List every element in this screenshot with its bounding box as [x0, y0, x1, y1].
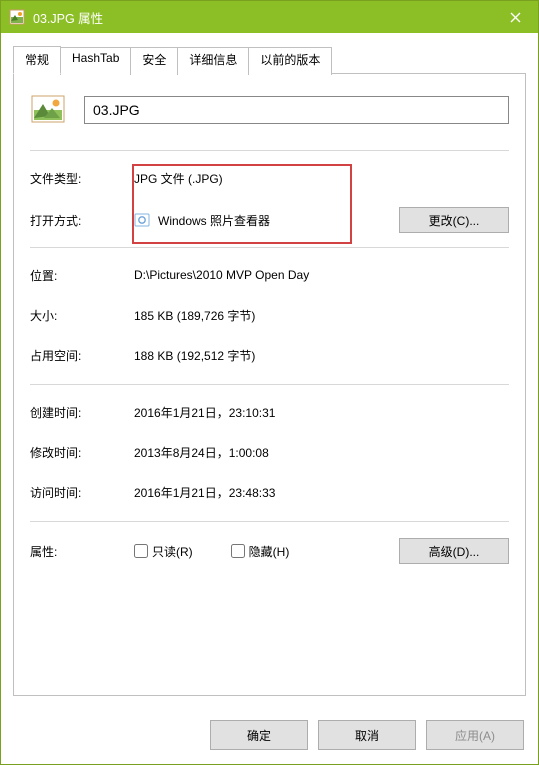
cancel-button[interactable]: 取消 — [318, 720, 416, 750]
advanced-button[interactable]: 高级(D)... — [399, 538, 509, 564]
tab-details[interactable]: 详细信息 — [177, 47, 249, 75]
label-file-type: 文件类型: — [30, 170, 134, 187]
readonly-label: 只读(R) — [152, 543, 193, 560]
window-title: 03.JPG 属性 — [33, 8, 492, 27]
close-button[interactable] — [492, 1, 538, 33]
tab-hashtab[interactable]: HashTab — [60, 47, 131, 75]
readonly-checkbox[interactable]: 只读(R) — [134, 543, 193, 560]
file-type-icon — [30, 92, 66, 128]
tabstrip: 常规 HashTab 安全 详细信息 以前的版本 — [13, 45, 526, 73]
separator — [30, 150, 509, 151]
label-attributes: 属性: — [30, 543, 134, 560]
tab-general[interactable]: 常规 — [13, 46, 61, 74]
value-file-type: JPG 文件 (.JPG) — [134, 170, 509, 187]
value-opens-with: Windows 照片查看器 — [134, 212, 399, 229]
label-opens-with: 打开方式: — [30, 212, 134, 229]
label-location: 位置: — [30, 267, 134, 284]
hidden-checkbox[interactable]: 隐藏(H) — [231, 543, 290, 560]
content-area: 常规 HashTab 安全 详细信息 以前的版本 — [1, 33, 538, 708]
separator — [30, 521, 509, 522]
apply-button[interactable]: 应用(A) — [426, 720, 524, 750]
tab-panel: 文件类型: JPG 文件 (.JPG) 打开方式: Windows 照片查看器 … — [13, 73, 526, 696]
tab-security[interactable]: 安全 — [130, 47, 178, 75]
readonly-checkbox-input[interactable] — [134, 544, 148, 558]
opens-with-text: Windows 照片查看器 — [158, 212, 270, 229]
value-accessed: 2016年1月21日，23:48:33 — [134, 484, 509, 501]
properties-window: 03.JPG 属性 常规 HashTab 安全 详细信息 以前的版本 — [0, 0, 539, 765]
value-size: 185 KB (189,726 字节) — [134, 307, 509, 324]
hidden-checkbox-input[interactable] — [231, 544, 245, 558]
app-icon — [9, 9, 25, 25]
titlebar: 03.JPG 属性 — [1, 1, 538, 33]
change-button[interactable]: 更改(C)... — [399, 207, 509, 233]
ok-button[interactable]: 确定 — [210, 720, 308, 750]
photo-viewer-icon — [134, 212, 150, 228]
label-created: 创建时间: — [30, 404, 134, 421]
hidden-label: 隐藏(H) — [249, 543, 290, 560]
label-accessed: 访问时间: — [30, 484, 134, 501]
value-location: D:\Pictures\2010 MVP Open Day — [134, 268, 509, 282]
label-size-on-disk: 占用空间: — [30, 347, 134, 364]
label-modified: 修改时间: — [30, 444, 134, 461]
value-size-on-disk: 188 KB (192,512 字节) — [134, 347, 509, 364]
tab-previous-versions[interactable]: 以前的版本 — [248, 47, 332, 75]
filename-input[interactable] — [84, 96, 509, 124]
separator — [30, 247, 509, 248]
value-created: 2016年1月21日，23:10:31 — [134, 404, 509, 421]
separator — [30, 384, 509, 385]
value-modified: 2013年8月24日，1:00:08 — [134, 444, 509, 461]
dialog-footer: 确定 取消 应用(A) — [1, 708, 538, 764]
label-size: 大小: — [30, 307, 134, 324]
